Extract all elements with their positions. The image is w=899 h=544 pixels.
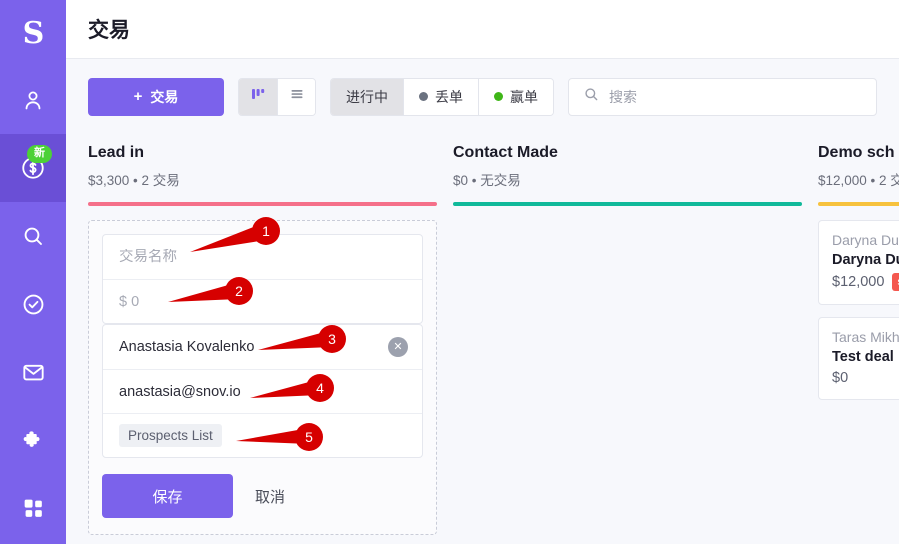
sidebar-item-search[interactable] bbox=[0, 202, 66, 270]
deal-contact-fields: ✕ Prospects List bbox=[102, 324, 423, 458]
column-body: ✕ Prospects List 保存 取消 bbox=[88, 220, 437, 544]
main-area: 交易 + 交易 进行中 丢单 赢单 搜索 Lead in $3,300 • 2 … bbox=[66, 0, 899, 544]
add-deal-label: 交易 bbox=[150, 88, 179, 105]
sidebar: S 新 bbox=[0, 0, 66, 544]
filter-tabs: 进行中 丢单 赢单 bbox=[330, 77, 554, 116]
lost-dot-icon bbox=[419, 92, 428, 101]
column-color-bar bbox=[88, 202, 437, 206]
deal-meta-row: $0 bbox=[832, 370, 899, 386]
filter-tab-in-progress-label: 进行中 bbox=[346, 88, 388, 105]
plus-icon: + bbox=[133, 88, 143, 105]
page-title: 交易 bbox=[88, 19, 130, 42]
clear-contact-icon[interactable]: ✕ bbox=[388, 337, 408, 357]
column-body bbox=[453, 220, 802, 544]
view-toggle-group bbox=[238, 77, 316, 116]
search-input[interactable] bbox=[609, 88, 862, 105]
deal-title: Daryna Duc bbox=[832, 252, 899, 268]
board-column-demo-scheduled: Demo sch $12,000 • 2 交 Daryna Duc Daryna… bbox=[818, 134, 899, 544]
deal-title: Test deal bbox=[832, 349, 894, 365]
contact-list-field[interactable]: Prospects List bbox=[103, 413, 422, 457]
list-view-button[interactable] bbox=[277, 78, 315, 115]
sidebar-item-integrations[interactable] bbox=[0, 406, 66, 474]
contact-name-field[interactable]: ✕ bbox=[103, 325, 422, 369]
filter-tab-lost-label: 丢单 bbox=[435, 88, 463, 105]
page-header: 交易 bbox=[66, 0, 899, 59]
new-deal-dropzone: ✕ Prospects List 保存 取消 bbox=[88, 220, 437, 535]
kanban-icon bbox=[250, 86, 266, 107]
contact-name-input[interactable] bbox=[119, 339, 406, 355]
search-box[interactable] bbox=[568, 77, 877, 116]
search-container bbox=[568, 77, 877, 116]
sidebar-item-apps[interactable] bbox=[0, 474, 66, 542]
deal-tag-badge: sa bbox=[892, 273, 899, 291]
deal-amount-field[interactable] bbox=[103, 279, 422, 323]
won-dot-icon bbox=[494, 92, 503, 101]
column-summary: $0 • 无交易 bbox=[453, 173, 521, 188]
mail-icon bbox=[21, 360, 46, 385]
column-body: Daryna Duc Daryna Duc $12,000 sa Taras M… bbox=[818, 220, 899, 544]
sidebar-item-tasks[interactable] bbox=[0, 270, 66, 338]
board-column-contact-made: Contact Made $0 • 无交易 bbox=[453, 134, 818, 544]
deal-contact-name: Daryna Duc bbox=[832, 232, 899, 248]
filter-tab-won[interactable]: 赢单 bbox=[478, 78, 553, 115]
column-summary: $12,000 • 2 交 bbox=[818, 173, 899, 188]
deal-contact-name: Taras Mikh bbox=[832, 329, 899, 345]
filter-tab-won-label: 赢单 bbox=[510, 88, 538, 105]
sidebar-item-email[interactable] bbox=[0, 338, 66, 406]
column-title: Demo sch bbox=[818, 144, 895, 161]
board-column-lead-in: Lead in $3,300 • 2 交易 交易名称 $ 0 Anastasia… bbox=[88, 134, 453, 544]
deal-price: $0 bbox=[832, 370, 849, 386]
filter-tab-in-progress[interactable]: 进行中 bbox=[331, 78, 403, 115]
deal-board: Lead in $3,300 • 2 交易 交易名称 $ 0 Anastasia… bbox=[66, 134, 899, 544]
sidebar-item-deals[interactable]: 新 bbox=[0, 134, 66, 202]
toolbar: + 交易 进行中 丢单 赢单 搜索 bbox=[66, 59, 899, 134]
deal-price: $12,000 bbox=[832, 274, 885, 290]
app-root: S 新 交易 + 交易 进行中 丢单 赢单 搜索 Lead in $3,300 … bbox=[0, 0, 899, 544]
app-logo[interactable]: S bbox=[0, 0, 66, 66]
check-circle-icon bbox=[21, 292, 46, 317]
deal-form-actions: 保存 取消 bbox=[102, 474, 423, 518]
deal-card[interactable]: Daryna Duc Daryna Duc $12,000 sa bbox=[818, 220, 899, 305]
puzzle-icon bbox=[21, 428, 46, 453]
cancel-button[interactable]: 取消 bbox=[241, 474, 299, 518]
column-summary: $3,300 • 2 交易 bbox=[88, 173, 180, 188]
prospects-list-chip[interactable]: Prospects List bbox=[119, 424, 222, 447]
column-title: Lead in bbox=[88, 144, 145, 161]
column-color-bar bbox=[818, 202, 899, 206]
search-icon bbox=[21, 224, 45, 248]
column-title: Contact Made bbox=[453, 144, 558, 161]
deal-meta-row: $12,000 sa bbox=[832, 273, 899, 291]
search-icon bbox=[583, 86, 599, 107]
contact-email-field[interactable] bbox=[103, 369, 422, 413]
deal-name-input[interactable] bbox=[119, 249, 406, 265]
kanban-view-button[interactable] bbox=[239, 78, 277, 115]
save-button[interactable]: 保存 bbox=[102, 474, 233, 518]
add-deal-button[interactable]: + 交易 bbox=[88, 77, 224, 116]
deal-basic-fields bbox=[102, 234, 423, 324]
grid-icon bbox=[21, 496, 46, 521]
filter-tab-lost[interactable]: 丢单 bbox=[403, 78, 478, 115]
deal-card[interactable]: Taras Mikh Test deal $0 bbox=[818, 317, 899, 400]
new-badge: 新 bbox=[27, 145, 52, 163]
person-icon bbox=[21, 88, 45, 112]
deal-amount-input[interactable] bbox=[119, 293, 406, 310]
deal-name-field[interactable] bbox=[103, 235, 422, 279]
contact-email-input[interactable] bbox=[119, 383, 406, 400]
sidebar-item-contacts[interactable] bbox=[0, 66, 66, 134]
list-icon bbox=[289, 86, 305, 107]
column-color-bar bbox=[453, 202, 802, 206]
